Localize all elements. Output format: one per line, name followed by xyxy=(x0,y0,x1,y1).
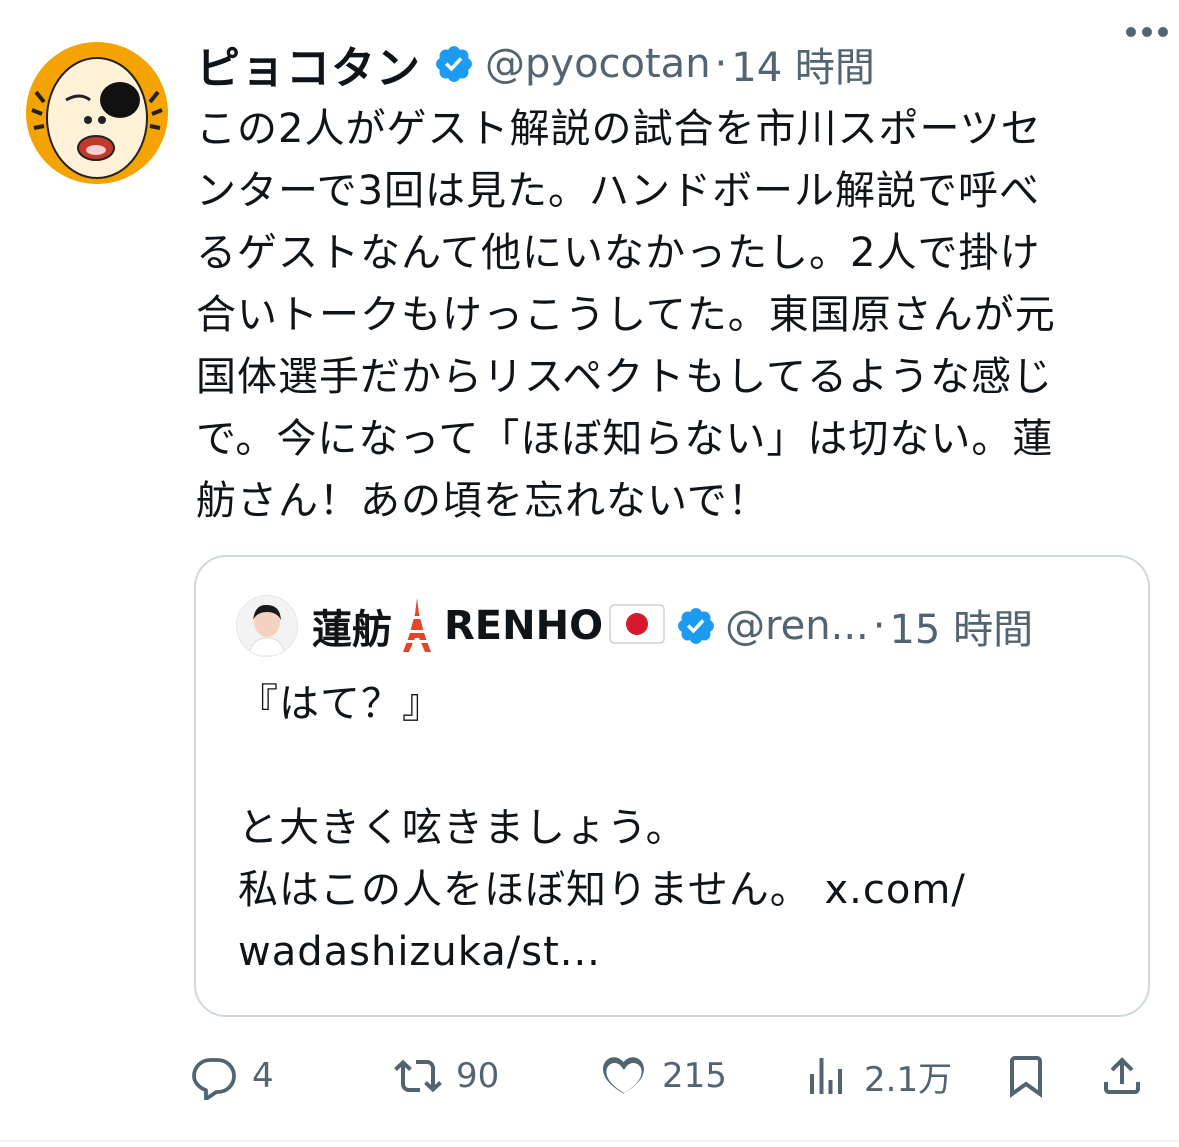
quoted-author-display-name[interactable]: 蓮舫 xyxy=(312,597,392,655)
quoted-author-handle[interactable]: @ren... xyxy=(725,603,869,649)
like-count: 215 xyxy=(662,1056,727,1096)
bookmark-button[interactable] xyxy=(1002,1044,1050,1108)
tweet-divider xyxy=(0,1140,1179,1142)
tweet-timestamp[interactable]: 14 時間 xyxy=(731,35,875,93)
tweet-header: ピョコタン @pyocotan · 14 時間 xyxy=(196,35,1156,94)
japan-flag-icon xyxy=(609,604,665,648)
tweet-action-bar: 4 90 215 2.1万 xyxy=(190,1044,1150,1108)
tokyo-tower-icon xyxy=(398,596,436,656)
tweet-text: この2人がゲスト解説の試合を市川スポーツセ ンターで3回は見た。ハンドボール解説… xyxy=(196,106,1056,524)
retweet-icon xyxy=(394,1059,442,1093)
quoted-tweet-timestamp[interactable]: 15 時間 xyxy=(889,597,1033,655)
heart-icon xyxy=(603,1057,644,1094)
profile-photo-avatar-icon xyxy=(237,596,297,656)
quoted-tweet-card[interactable]: 蓮舫 RENHO @ren... · 15 時間 『はて？』 と大きく呟きましょ… xyxy=(194,555,1150,1017)
views-button[interactable]: 2.1万 xyxy=(802,1044,952,1108)
cartoon-face-avatar-icon xyxy=(26,42,168,184)
author-avatar[interactable] xyxy=(26,42,168,184)
quoted-tweet-header: 蓮舫 RENHO @ren... · 15 時間 xyxy=(236,593,1033,659)
views-chart-icon xyxy=(810,1058,842,1094)
share-icon xyxy=(1104,1057,1140,1094)
quoted-separator-dot: · xyxy=(872,603,886,649)
retweet-count: 90 xyxy=(456,1056,500,1096)
author-handle[interactable]: @pyocotan xyxy=(485,41,711,87)
quoted-author-name-suffix[interactable]: RENHO xyxy=(444,603,603,649)
quoted-author-avatar xyxy=(236,595,298,657)
retweet-button[interactable]: 90 xyxy=(394,1044,499,1108)
quoted-tweet-text: 『はて？』 と大きく呟きましょう。 私はこの人をほぼ知りません。 x.com/ … xyxy=(238,681,966,975)
share-button[interactable] xyxy=(1098,1044,1146,1108)
reply-button[interactable]: 4 xyxy=(190,1044,274,1108)
separator-dot: · xyxy=(714,41,728,87)
reply-count: 4 xyxy=(252,1056,274,1096)
verified-badge-icon xyxy=(433,43,475,85)
like-button[interactable]: 215 xyxy=(600,1044,727,1108)
reply-icon xyxy=(192,1058,236,1100)
quoted-verified-badge-icon xyxy=(675,605,717,647)
author-display-name[interactable]: ピョコタン xyxy=(196,32,421,96)
views-count: 2.1万 xyxy=(864,1059,953,1100)
bookmark-icon xyxy=(1010,1056,1042,1098)
